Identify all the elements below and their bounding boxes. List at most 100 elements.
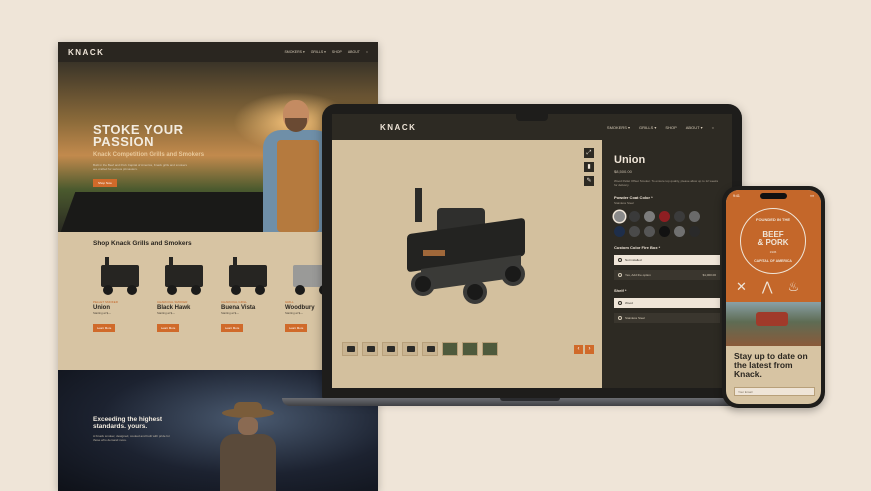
phone-hero: FOUNDED IN THE BEEF & PORK 1936 CAPITAL …	[726, 202, 821, 302]
desktop-menu: SMOKERS ▾ GRILLS ▾ SHOP ABOUT ○	[284, 50, 368, 54]
product-card-union[interactable]: PELLET SMOKER Union Starting at $— Learn…	[93, 255, 149, 334]
color-swatch[interactable]	[689, 211, 700, 222]
expand-icon[interactable]: ⤢	[584, 148, 594, 158]
color-swatch[interactable]	[674, 211, 685, 222]
hero-text: STOKE YOUR PASSION Knack Competition Gri…	[93, 123, 213, 189]
laptop-mockup: KNACK SMOKERS ▾ GRILLS ▾ SHOP ABOUT ▾ ○ …	[322, 104, 742, 400]
newsletter-section: Stay up to date on the latest from Knack…	[726, 346, 821, 396]
badge-line2: & PORK	[757, 238, 789, 247]
hero-copy: Built in the Beef and Pork Capital of Am…	[93, 163, 188, 171]
flame-icon: ♨	[787, 279, 800, 294]
color-swatch[interactable]	[614, 226, 625, 237]
color-swatches	[614, 211, 720, 237]
learn-more-button[interactable]: Learn More	[157, 323, 180, 332]
option-label: Not installed	[625, 258, 642, 262]
badge-bottom-text: CAPITAL OF AMERICA	[754, 259, 792, 263]
option-label: Yes, Add the option	[625, 273, 651, 277]
product-config-panel: Union $8,500.00 Wood Pellet Offset Smoke…	[602, 140, 732, 388]
edit-icon[interactable]: ✎	[584, 176, 594, 186]
document-icon[interactable]: ▮	[584, 162, 594, 172]
shelf-option-wood[interactable]: Wood	[614, 298, 720, 308]
product-tag: CHARCOAL SMOKER	[157, 300, 188, 304]
nav-item-shop[interactable]: SHOP	[332, 50, 342, 54]
thumbnail[interactable]	[442, 342, 458, 356]
radio-icon	[618, 258, 622, 262]
color-swatch[interactable]	[644, 211, 655, 222]
firebox-option-none[interactable]: Not installed	[614, 255, 720, 265]
learn-more-button[interactable]: Learn More	[93, 323, 116, 332]
nav-item-about[interactable]: ABOUT ▾	[686, 125, 703, 130]
badge-main-text: BEEF & PORK	[741, 231, 805, 247]
feature-icons: ✕ ⋀ ♨	[736, 280, 799, 294]
nav-item-grills[interactable]: GRILLS ▾	[639, 125, 656, 130]
prev-arrow-icon[interactable]: ‹	[574, 345, 583, 354]
shelf-label: Shelf *	[614, 288, 627, 293]
nav-item-about[interactable]: ABOUT	[348, 50, 360, 54]
thumbnail[interactable]	[402, 342, 418, 356]
status-icons: ▪▪▪	[810, 194, 814, 198]
crossed-tools-icon: ✕	[736, 279, 747, 294]
search-icon[interactable]: ○	[712, 125, 714, 130]
product-meta: Starting at $—	[93, 311, 111, 315]
radio-icon	[618, 301, 622, 305]
laptop-logo[interactable]: KNACK	[380, 123, 416, 132]
learn-more-button[interactable]: Learn More	[221, 323, 244, 332]
thumbnail[interactable]	[362, 342, 378, 356]
cowboy-photo	[218, 402, 278, 491]
product-card-black-hawk[interactable]: CHARCOAL SMOKER Black Hawk Starting at $…	[157, 255, 213, 334]
laptop-screen: KNACK SMOKERS ▾ GRILLS ▾ SHOP ABOUT ▾ ○ …	[332, 114, 732, 388]
thumbnail[interactable]	[422, 342, 438, 356]
radio-icon	[618, 273, 622, 277]
product-card-buena-vista[interactable]: CHARCOAL GRILL Buena Vista Starting at $…	[221, 255, 277, 334]
color-swatch[interactable]	[659, 211, 670, 222]
desktop-logo[interactable]: KNACK	[68, 48, 104, 57]
color-swatch[interactable]	[629, 211, 640, 222]
color-swatch[interactable]	[614, 211, 625, 222]
thumbnail[interactable]	[462, 342, 478, 356]
radio-icon	[618, 316, 622, 320]
product-meta: Starting at $—	[157, 311, 175, 315]
email-input[interactable]: Your Email	[734, 387, 815, 396]
product-title: Union	[614, 154, 646, 166]
product-image	[93, 255, 149, 297]
nav-item-shop[interactable]: SHOP	[665, 125, 676, 130]
option-label: Stainless Steel	[625, 316, 645, 320]
color-swatch[interactable]	[659, 226, 670, 237]
standards-copy: A Knack smoker, designed, cooked and bui…	[93, 434, 170, 442]
standards-title: Exceeding the highest standards. yours.	[93, 416, 162, 430]
thumbnail-strip	[342, 342, 498, 356]
gallery-arrows: ‹ ›	[574, 345, 594, 354]
nav-item-grills[interactable]: GRILLS ▾	[311, 50, 326, 54]
thumbnail[interactable]	[342, 342, 358, 356]
thumbnail[interactable]	[382, 342, 398, 356]
learn-more-button[interactable]: Learn More	[285, 323, 308, 332]
powder-coat-selected: Stainless Steel	[614, 201, 634, 205]
firebox-option-add[interactable]: Yes, Add the option $1,000.00	[614, 270, 720, 280]
nav-item-smokers[interactable]: SMOKERS ▾	[607, 125, 630, 130]
next-arrow-icon[interactable]: ›	[585, 345, 594, 354]
color-swatch[interactable]	[629, 226, 640, 237]
product-tag: CHARCOAL GRILL	[221, 300, 248, 304]
product-image	[157, 255, 213, 297]
hero-title: STOKE YOUR PASSION	[93, 123, 213, 148]
product-price: $8,500.00	[614, 169, 632, 174]
phone-mockup: 9:41 ▪▪▪ FOUNDED IN THE BEEF & PORK 1936…	[722, 186, 825, 408]
capital-badge: FOUNDED IN THE BEEF & PORK 1936 CAPITAL …	[740, 208, 806, 274]
color-swatch[interactable]	[674, 226, 685, 237]
product-tag: PELLET SMOKER	[93, 300, 118, 304]
laptop-base-notch	[500, 398, 560, 401]
thumbnail[interactable]	[482, 342, 498, 356]
nav-item-smokers[interactable]: SMOKERS ▾	[284, 50, 304, 54]
shelf-option-steel[interactable]: Stainless Steel	[614, 313, 720, 323]
product-image	[221, 255, 277, 297]
color-swatch[interactable]	[644, 226, 655, 237]
color-swatch[interactable]	[689, 226, 700, 237]
gallery-tools: ⤢ ▮ ✎	[584, 148, 594, 186]
event-photo	[726, 302, 821, 346]
badge-year: 1936	[769, 250, 777, 254]
tent-icon: ⋀	[761, 279, 773, 294]
laptop-menu: SMOKERS ▾ GRILLS ▾ SHOP ABOUT ▾ ○	[607, 125, 714, 130]
search-icon[interactable]: ○	[366, 50, 368, 54]
camera-notch	[516, 114, 548, 121]
hero-cta-button[interactable]: Shop Now	[93, 179, 117, 187]
